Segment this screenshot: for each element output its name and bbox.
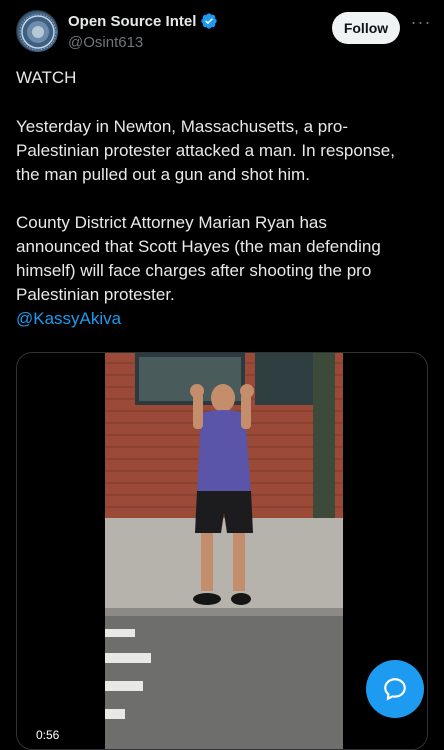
avatar[interactable] (16, 10, 58, 52)
author-handle[interactable]: @Osint613 (68, 34, 218, 51)
video-duration: 0:56 (31, 727, 65, 743)
tweet-text: WATCH Yesterday in Newton, Massachusetts… (16, 66, 428, 331)
follow-button[interactable]: Follow (332, 12, 400, 44)
tweet-paragraph-1: WATCH (16, 68, 77, 87)
display-name-text[interactable]: Open Source Intel (68, 13, 196, 30)
compose-button[interactable] (366, 660, 424, 718)
verified-badge-icon (201, 13, 218, 29)
mention-link[interactable]: @KassyAkiva (16, 307, 428, 331)
seal-logo-icon (18, 12, 58, 52)
author-names: Open Source Intel @Osint613 (68, 12, 218, 51)
more-icon[interactable]: ··· (410, 13, 432, 36)
tweet-header: Open Source Intel @Osint613 Follow ··· (16, 10, 430, 54)
author-display-name[interactable]: Open Source Intel (68, 12, 218, 30)
tweet-paragraph-2: Yesterday in Newton, Massachusetts, a pr… (16, 117, 395, 184)
tweet-paragraph-3: County District Attorney Marian Ryan has… (16, 213, 381, 304)
compose-icon (384, 678, 406, 701)
video-still-image (105, 353, 343, 749)
video-frame[interactable] (105, 353, 343, 749)
